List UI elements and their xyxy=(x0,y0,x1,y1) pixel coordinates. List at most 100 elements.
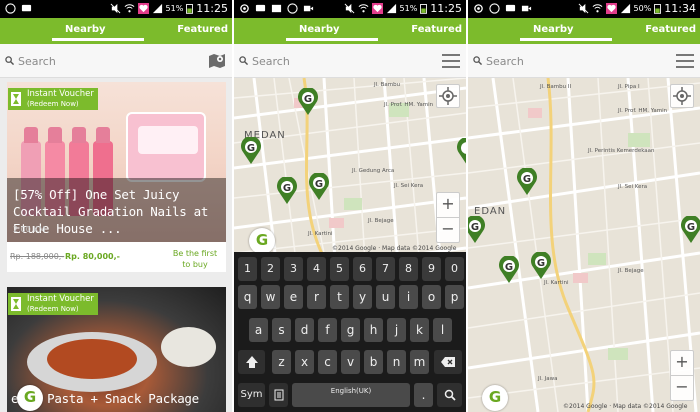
key-e[interactable]: e xyxy=(284,285,303,309)
space-key[interactable]: English(UK) xyxy=(292,383,410,407)
video-icon xyxy=(303,5,314,12)
key-b[interactable]: b xyxy=(364,350,383,374)
key-w[interactable]: w xyxy=(261,285,280,309)
svg-text:G: G xyxy=(523,174,531,185)
deal-map-pin[interactable]: G xyxy=(516,168,538,196)
zoom-in-button[interactable]: + xyxy=(437,193,459,217)
key-y[interactable]: y xyxy=(353,285,372,309)
deal-map-pin[interactable]: G xyxy=(680,216,700,244)
map-streets xyxy=(468,78,700,412)
deal-map-pin[interactable]: G xyxy=(297,88,319,116)
key-9[interactable]: 9 xyxy=(422,257,441,281)
deal-map-pin[interactable]: G xyxy=(498,256,520,284)
key-x[interactable]: x xyxy=(295,350,314,374)
my-location-button[interactable] xyxy=(436,84,460,108)
sym-key[interactable]: Sym xyxy=(238,383,265,407)
key-7[interactable]: 7 xyxy=(376,257,395,281)
key-n[interactable]: n xyxy=(387,350,406,374)
status-bar: 51% 11:25 xyxy=(0,0,232,18)
tab-featured[interactable]: Featured xyxy=(645,24,696,35)
key-1[interactable]: 1 xyxy=(238,257,257,281)
deal-map-pin[interactable] xyxy=(456,138,466,166)
key-l[interactable]: l xyxy=(433,318,452,342)
key-period[interactable]: . xyxy=(414,383,433,407)
map-attribution: ©2014 Google · Map data ©2014 Google xyxy=(332,245,457,252)
backspace-key[interactable] xyxy=(434,350,462,374)
key-j[interactable]: j xyxy=(387,318,406,342)
key-a[interactable]: a xyxy=(249,318,268,342)
shift-key[interactable] xyxy=(238,350,265,374)
mute-icon xyxy=(110,3,120,14)
my-location-button[interactable] xyxy=(670,84,694,108)
deal-map-pin[interactable]: G xyxy=(468,216,486,244)
deal-map-pin[interactable]: G xyxy=(530,252,552,280)
key-3[interactable]: 3 xyxy=(284,257,303,281)
settings-key[interactable] xyxy=(269,383,288,407)
key-c[interactable]: c xyxy=(318,350,337,374)
instant-voucher-badge: Instant Voucher (Redeem Now) xyxy=(8,88,98,110)
wifi-icon xyxy=(124,4,134,13)
deal-map-pin[interactable]: G xyxy=(276,177,298,205)
key-h[interactable]: h xyxy=(364,318,383,342)
groupon-logo-button[interactable]: G xyxy=(17,385,43,411)
search-bar[interactable]: Search xyxy=(234,44,466,78)
tab-indicator xyxy=(52,38,144,41)
hourglass-icon xyxy=(11,297,21,311)
key-5[interactable]: 5 xyxy=(330,257,349,281)
heart-icon xyxy=(371,3,383,14)
deal-map-pin[interactable]: G xyxy=(308,173,330,201)
key-v[interactable]: v xyxy=(341,350,360,374)
map-toggle-icon[interactable] xyxy=(208,53,226,69)
zoom-out-button[interactable]: − xyxy=(437,218,459,242)
tab-indicator xyxy=(520,38,612,41)
deal-card[interactable]: [57% Off] One Set Juicy Cocktail Gradati… xyxy=(7,82,226,272)
hourglass-icon xyxy=(11,92,21,106)
search-input[interactable]: Search xyxy=(18,55,56,68)
key-o[interactable]: o xyxy=(422,285,441,309)
signal-icon xyxy=(620,3,630,14)
tab-featured[interactable]: Featured xyxy=(177,24,228,35)
key-u[interactable]: u xyxy=(376,285,395,309)
key-f[interactable]: f xyxy=(318,318,337,342)
svg-text:G: G xyxy=(471,222,479,233)
groupon-logo-button[interactable]: G xyxy=(249,228,275,254)
map-view[interactable]: EDAN Jl. Bambu II Jl. Pipa I Jl. Prof. H… xyxy=(468,78,700,412)
location-icon xyxy=(240,4,249,13)
tab-nearby[interactable]: Nearby xyxy=(533,24,574,35)
key-2[interactable]: 2 xyxy=(261,257,280,281)
key-r[interactable]: r xyxy=(307,285,326,309)
key-d[interactable]: d xyxy=(295,318,314,342)
deal-map-pin[interactable]: G xyxy=(240,137,262,165)
key-i[interactable]: i xyxy=(399,285,418,309)
search-input[interactable]: Search xyxy=(486,55,524,68)
key-k[interactable]: k xyxy=(410,318,429,342)
zoom-in-button[interactable]: + xyxy=(671,351,693,375)
zoom-out-button[interactable]: − xyxy=(671,376,693,400)
key-4[interactable]: 4 xyxy=(307,257,326,281)
buy-link[interactable]: Be the first to buy xyxy=(168,248,222,270)
key-g[interactable]: g xyxy=(341,318,360,342)
tab-nearby[interactable]: Nearby xyxy=(299,24,340,35)
key-t[interactable]: t xyxy=(330,285,349,309)
key-s[interactable]: s xyxy=(272,318,291,342)
list-view-icon[interactable] xyxy=(442,54,460,68)
search-bar[interactable]: Search xyxy=(468,44,700,78)
key-m[interactable]: m xyxy=(410,350,429,374)
search-input[interactable]: Search xyxy=(252,55,290,68)
heart-icon xyxy=(605,3,617,14)
product-box-image xyxy=(126,112,206,182)
key-q[interactable]: q xyxy=(238,285,257,309)
tab-nearby[interactable]: Nearby xyxy=(65,24,106,35)
search-bar[interactable]: Search xyxy=(0,44,232,78)
key-6[interactable]: 6 xyxy=(353,257,372,281)
key-0[interactable]: 0 xyxy=(445,257,464,281)
list-view-icon[interactable] xyxy=(676,54,694,68)
key-8[interactable]: 8 xyxy=(399,257,418,281)
video-icon xyxy=(521,5,532,12)
key-p[interactable]: p xyxy=(445,285,464,309)
key-z[interactable]: z xyxy=(272,350,291,374)
search-key[interactable] xyxy=(437,383,462,407)
groupon-logo-button[interactable]: G xyxy=(482,385,508,411)
tab-featured[interactable]: Featured xyxy=(411,24,462,35)
whatsapp-icon xyxy=(287,3,298,14)
